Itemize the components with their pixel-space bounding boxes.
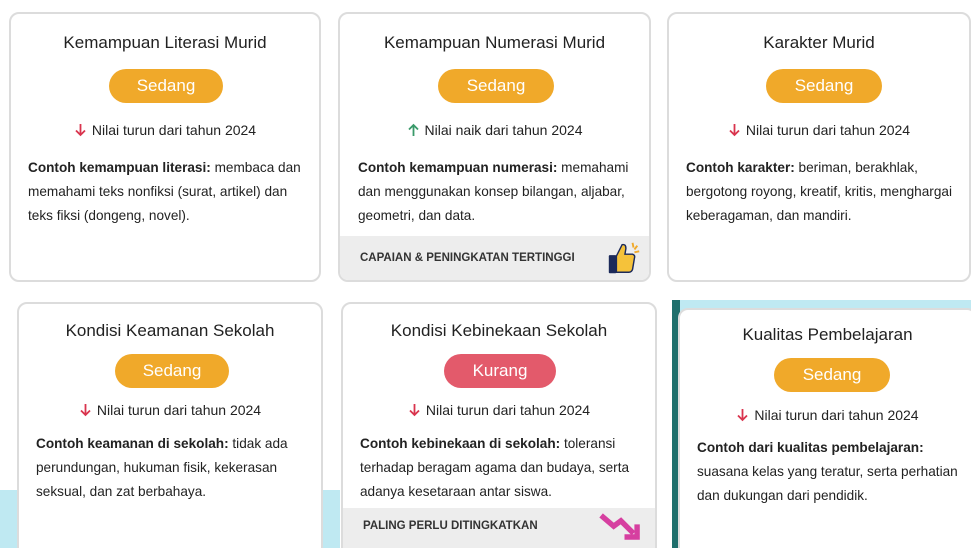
status-badge: Sedang bbox=[766, 69, 882, 103]
trend-indicator: Nilai turun dari tahun 2024 bbox=[11, 122, 319, 138]
status-badge: Sedang bbox=[109, 69, 223, 103]
trend-indicator: Nilai naik dari tahun 2024 bbox=[340, 122, 649, 138]
card-description: Contoh keamanan di sekolah: tidak ada pe… bbox=[36, 432, 318, 504]
trend-text: Nilai turun dari tahun 2024 bbox=[425, 402, 591, 418]
card-description: Contoh kebinekaan di sekolah: toleransi … bbox=[360, 432, 650, 504]
status-badge: Sedang bbox=[438, 69, 554, 103]
thumbs-up-icon bbox=[608, 242, 640, 274]
card-title: Kemampuan Literasi Murid bbox=[63, 33, 267, 52]
description-label: Contoh kemampuan literasi: bbox=[28, 160, 211, 175]
trend-indicator: Nilai turun dari tahun 2024 bbox=[669, 122, 969, 138]
highlight-footer: PALING PERLU DITINGKATKAN bbox=[343, 508, 655, 548]
trend-indicator: Nilai turun dari tahun 2024 bbox=[19, 402, 321, 418]
trend-text: Nilai turun dari tahun 2024 bbox=[96, 402, 262, 418]
card-title: Kondisi Kebinekaan Sekolah bbox=[390, 321, 608, 340]
trend-text: Nilai turun dari tahun 2024 bbox=[745, 122, 911, 138]
card-description: Contoh kemampuan literasi: membaca dan m… bbox=[28, 156, 313, 228]
description-label: Contoh kebinekaan di sekolah: bbox=[360, 436, 561, 451]
card-title: Kemampuan Numerasi Murid bbox=[383, 33, 606, 52]
highlight-footer: CAPAIAN & PENINGKATAN TERTINGGI bbox=[340, 236, 649, 280]
arrow-up-icon bbox=[407, 123, 419, 136]
card-description: Contoh dari kualitas pembelajaran: suasa… bbox=[697, 436, 967, 508]
arrow-down-icon bbox=[80, 404, 91, 417]
description-label: Contoh kemampuan numerasi: bbox=[358, 160, 558, 175]
trend-indicator: Nilai turun dari tahun 2024 bbox=[680, 407, 971, 423]
metric-card-pembelajaran[interactable]: Kualitas Pembelajaran Sedang Nilai turun… bbox=[678, 308, 971, 548]
card-title: Kondisi Keamanan Sekolah bbox=[65, 321, 275, 340]
trend-indicator: Nilai turun dari tahun 2024 bbox=[343, 402, 655, 418]
arrow-down-icon bbox=[75, 124, 86, 137]
card-description: Contoh kemampuan numerasi: memahami dan … bbox=[358, 156, 643, 228]
trend-text: Nilai naik dari tahun 2024 bbox=[424, 122, 583, 138]
metric-card-karakter[interactable]: Karakter Murid Sedang Nilai turun dari t… bbox=[667, 12, 971, 282]
description-text: suasana kelas yang teratur, serta perhat… bbox=[697, 464, 958, 503]
metric-card-keamanan[interactable]: Kondisi Keamanan Sekolah Sedang Nilai tu… bbox=[17, 302, 323, 548]
status-badge: Sedang bbox=[774, 358, 890, 392]
arrow-down-icon bbox=[737, 409, 749, 422]
card-title: Karakter Murid bbox=[763, 33, 875, 52]
trend-down-arrow-icon bbox=[599, 513, 640, 540]
footer-label: CAPAIAN & PENINGKATAN TERTINGGI bbox=[360, 252, 575, 264]
status-badge: Sedang bbox=[115, 354, 229, 388]
footer-label: PALING PERLU DITINGKATKAN bbox=[363, 520, 538, 532]
description-label: Contoh keamanan di sekolah: bbox=[36, 436, 229, 451]
card-description: Contoh karakter: beriman, berakhlak, ber… bbox=[686, 156, 969, 228]
metric-card-literasi[interactable]: Kemampuan Literasi Murid Sedang Nilai tu… bbox=[9, 12, 321, 282]
arrow-down-icon bbox=[409, 404, 420, 417]
trend-text: Nilai turun dari tahun 2024 bbox=[91, 122, 257, 138]
status-badge: Kurang bbox=[444, 354, 556, 388]
description-label: Contoh dari kualitas pembelajaran: bbox=[697, 440, 924, 455]
description-label: Contoh karakter: bbox=[686, 160, 795, 175]
metric-card-numerasi[interactable]: Kemampuan Numerasi Murid Sedang Nilai na… bbox=[338, 12, 651, 282]
metric-card-kebinekaan[interactable]: Kondisi Kebinekaan Sekolah Kurang Nilai … bbox=[341, 302, 657, 548]
trend-text: Nilai turun dari tahun 2024 bbox=[754, 407, 919, 423]
card-title: Kualitas Pembelajaran bbox=[742, 325, 913, 344]
arrow-down-icon bbox=[729, 124, 740, 137]
